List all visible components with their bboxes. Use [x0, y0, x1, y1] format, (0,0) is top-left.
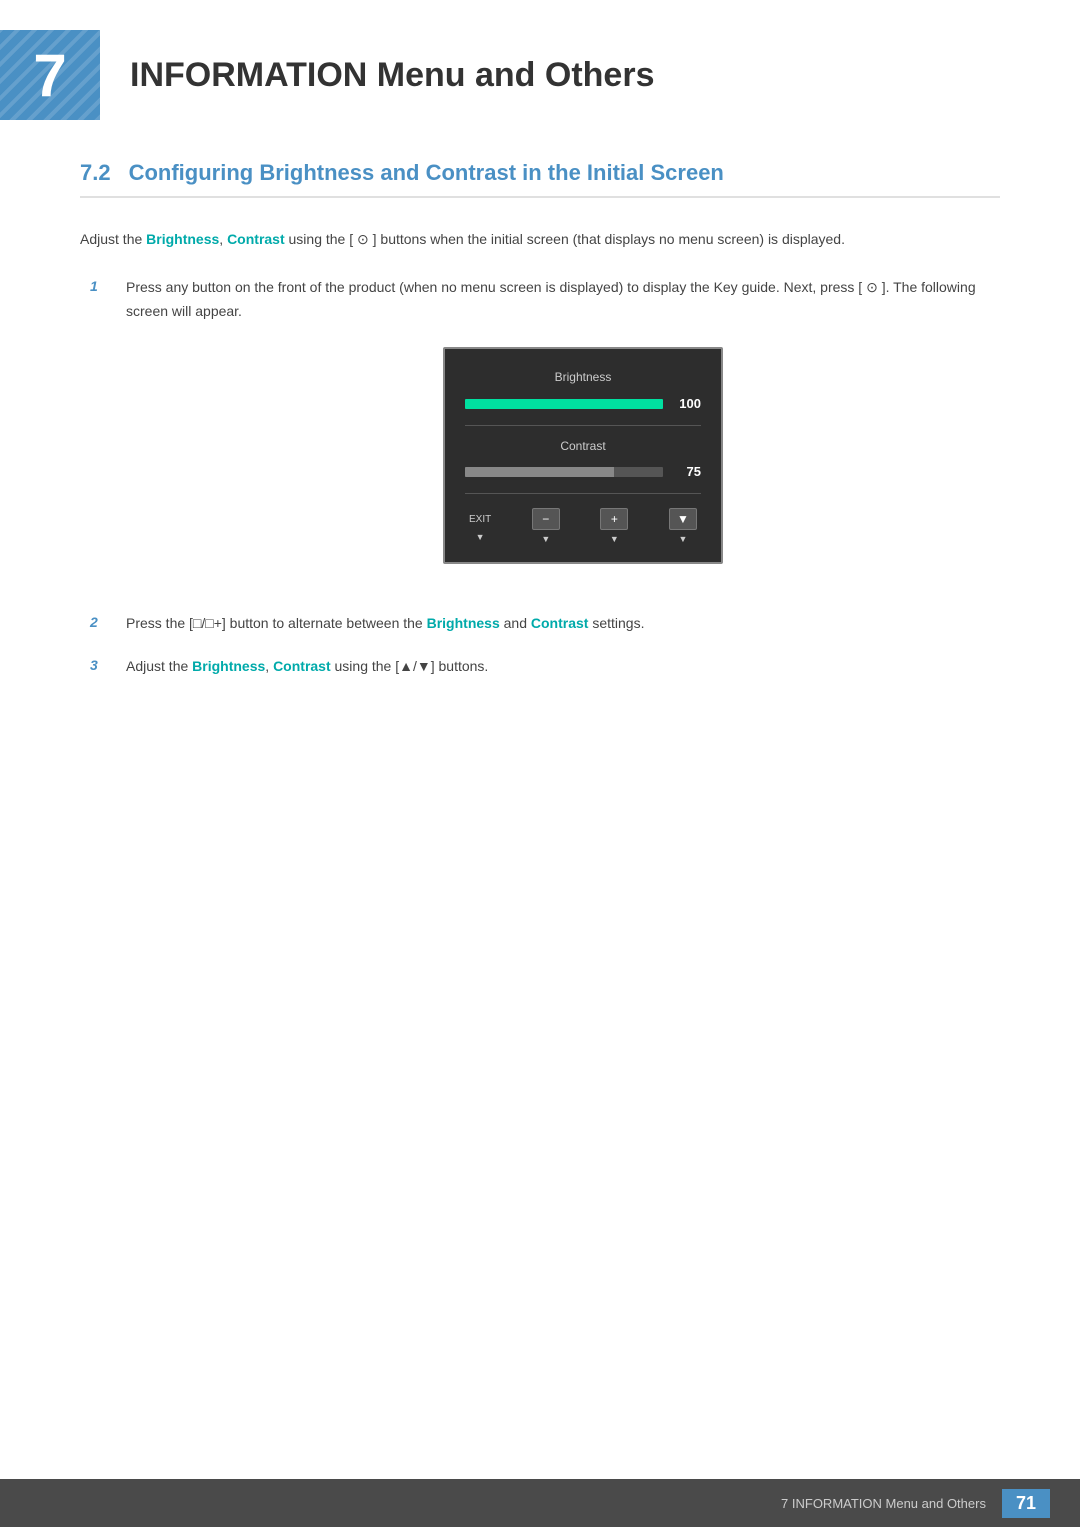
contrast-bar-container: 75 — [465, 461, 701, 483]
step-3-number: 3 — [90, 657, 110, 673]
screen-buttons-row: EXIT ▼ − ▼ + — [465, 504, 701, 547]
step-2-end: settings. — [588, 615, 644, 631]
brightness-value: 100 — [673, 393, 701, 415]
contrast-label: Contrast — [465, 436, 701, 456]
brightness-bar-track — [465, 399, 663, 409]
btn3-col: ▼ ▼ — [669, 508, 697, 547]
step-3-contrast: Contrast — [273, 658, 331, 674]
step-3-rest: using the [▲/▼] buttons. — [331, 658, 489, 674]
exit-arrow: ▼ — [476, 530, 485, 545]
step-2-content: Press the [□/□+] button to alternate bet… — [126, 612, 1000, 636]
intro-brightness: Brightness — [146, 231, 219, 247]
step-2-number: 2 — [90, 614, 110, 630]
btn3-arrow: ▼ — [679, 532, 688, 547]
intro-text-before: Adjust the — [80, 231, 146, 247]
chapter-number: 7 — [33, 41, 66, 110]
btn2-arrow: ▼ — [610, 532, 619, 547]
screen-divider-2 — [465, 493, 701, 494]
btn2-col: + ▼ — [600, 508, 628, 547]
step-1: 1 Press any button on the front of the p… — [90, 276, 1000, 592]
brightness-bar-fill — [465, 399, 663, 409]
step-3: 3 Adjust the Brightness, Contrast using … — [90, 655, 1000, 679]
step-2-brightness: Brightness — [427, 615, 500, 631]
content-area: 7.2 Configuring Brightness and Contrast … — [0, 160, 1080, 679]
chapter-header: 7 INFORMATION Menu and Others — [0, 0, 1080, 140]
step-2-text-before: Press the [□/□+] button to alternate bet… — [126, 615, 427, 631]
btn3-icon: ▼ — [669, 508, 697, 530]
btn2-symbol: + — [611, 509, 618, 529]
contrast-value: 75 — [673, 461, 701, 483]
screen-mockup: Brightness 100 Contrast — [443, 347, 723, 563]
brightness-row: Brightness 100 — [465, 367, 701, 414]
contrast-row: Contrast 75 — [465, 436, 701, 483]
screen-mockup-container: Brightness 100 Contrast — [166, 347, 1000, 563]
step-2-contrast: Contrast — [531, 615, 589, 631]
brightness-bar-container: 100 — [465, 393, 701, 415]
intro-contrast: Contrast — [227, 231, 285, 247]
section-heading: 7.2 Configuring Brightness and Contrast … — [80, 160, 1000, 198]
footer-page-number: 71 — [1002, 1489, 1050, 1518]
exit-label: EXIT — [469, 511, 491, 528]
btn2-icon: + — [600, 508, 628, 530]
btn1-symbol: − — [542, 509, 549, 529]
intro-rest: using the [ ⊙ ] buttons when the initial… — [285, 231, 845, 247]
steps-list: 1 Press any button on the front of the p… — [90, 276, 1000, 679]
step-3-brightness: Brightness — [192, 658, 265, 674]
screen-divider — [465, 425, 701, 426]
exit-btn-col: EXIT ▼ — [469, 511, 491, 545]
btn1-icon: − — [532, 508, 560, 530]
step-1-text: Press any button on the front of the pro… — [126, 279, 976, 319]
chapter-title: INFORMATION Menu and Others — [130, 56, 654, 95]
btn3-symbol: ▼ — [677, 509, 689, 529]
btn1-col: − ▼ — [532, 508, 560, 547]
section-number: 7.2 — [80, 160, 111, 186]
step-1-number: 1 — [90, 278, 110, 294]
step-3-text-before: Adjust the — [126, 658, 192, 674]
section-title: Configuring Brightness and Contrast in t… — [129, 160, 724, 186]
footer-text: 7 INFORMATION Menu and Others — [781, 1496, 986, 1511]
step-2-and: and — [500, 615, 531, 631]
btn1-arrow: ▼ — [541, 532, 550, 547]
contrast-bar-track — [465, 467, 663, 477]
brightness-label: Brightness — [465, 367, 701, 387]
contrast-bar-fill — [465, 467, 614, 477]
footer: 7 INFORMATION Menu and Others 71 — [0, 1479, 1080, 1527]
step-3-comma: , — [265, 658, 273, 674]
step-2: 2 Press the [□/□+] button to alternate b… — [90, 612, 1000, 636]
step-1-content: Press any button on the front of the pro… — [126, 276, 1000, 592]
intro-comma: , — [219, 231, 227, 247]
step-3-content: Adjust the Brightness, Contrast using th… — [126, 655, 1000, 679]
chapter-number-box: 7 — [0, 30, 100, 120]
intro-paragraph: Adjust the Brightness, Contrast using th… — [80, 228, 1000, 252]
